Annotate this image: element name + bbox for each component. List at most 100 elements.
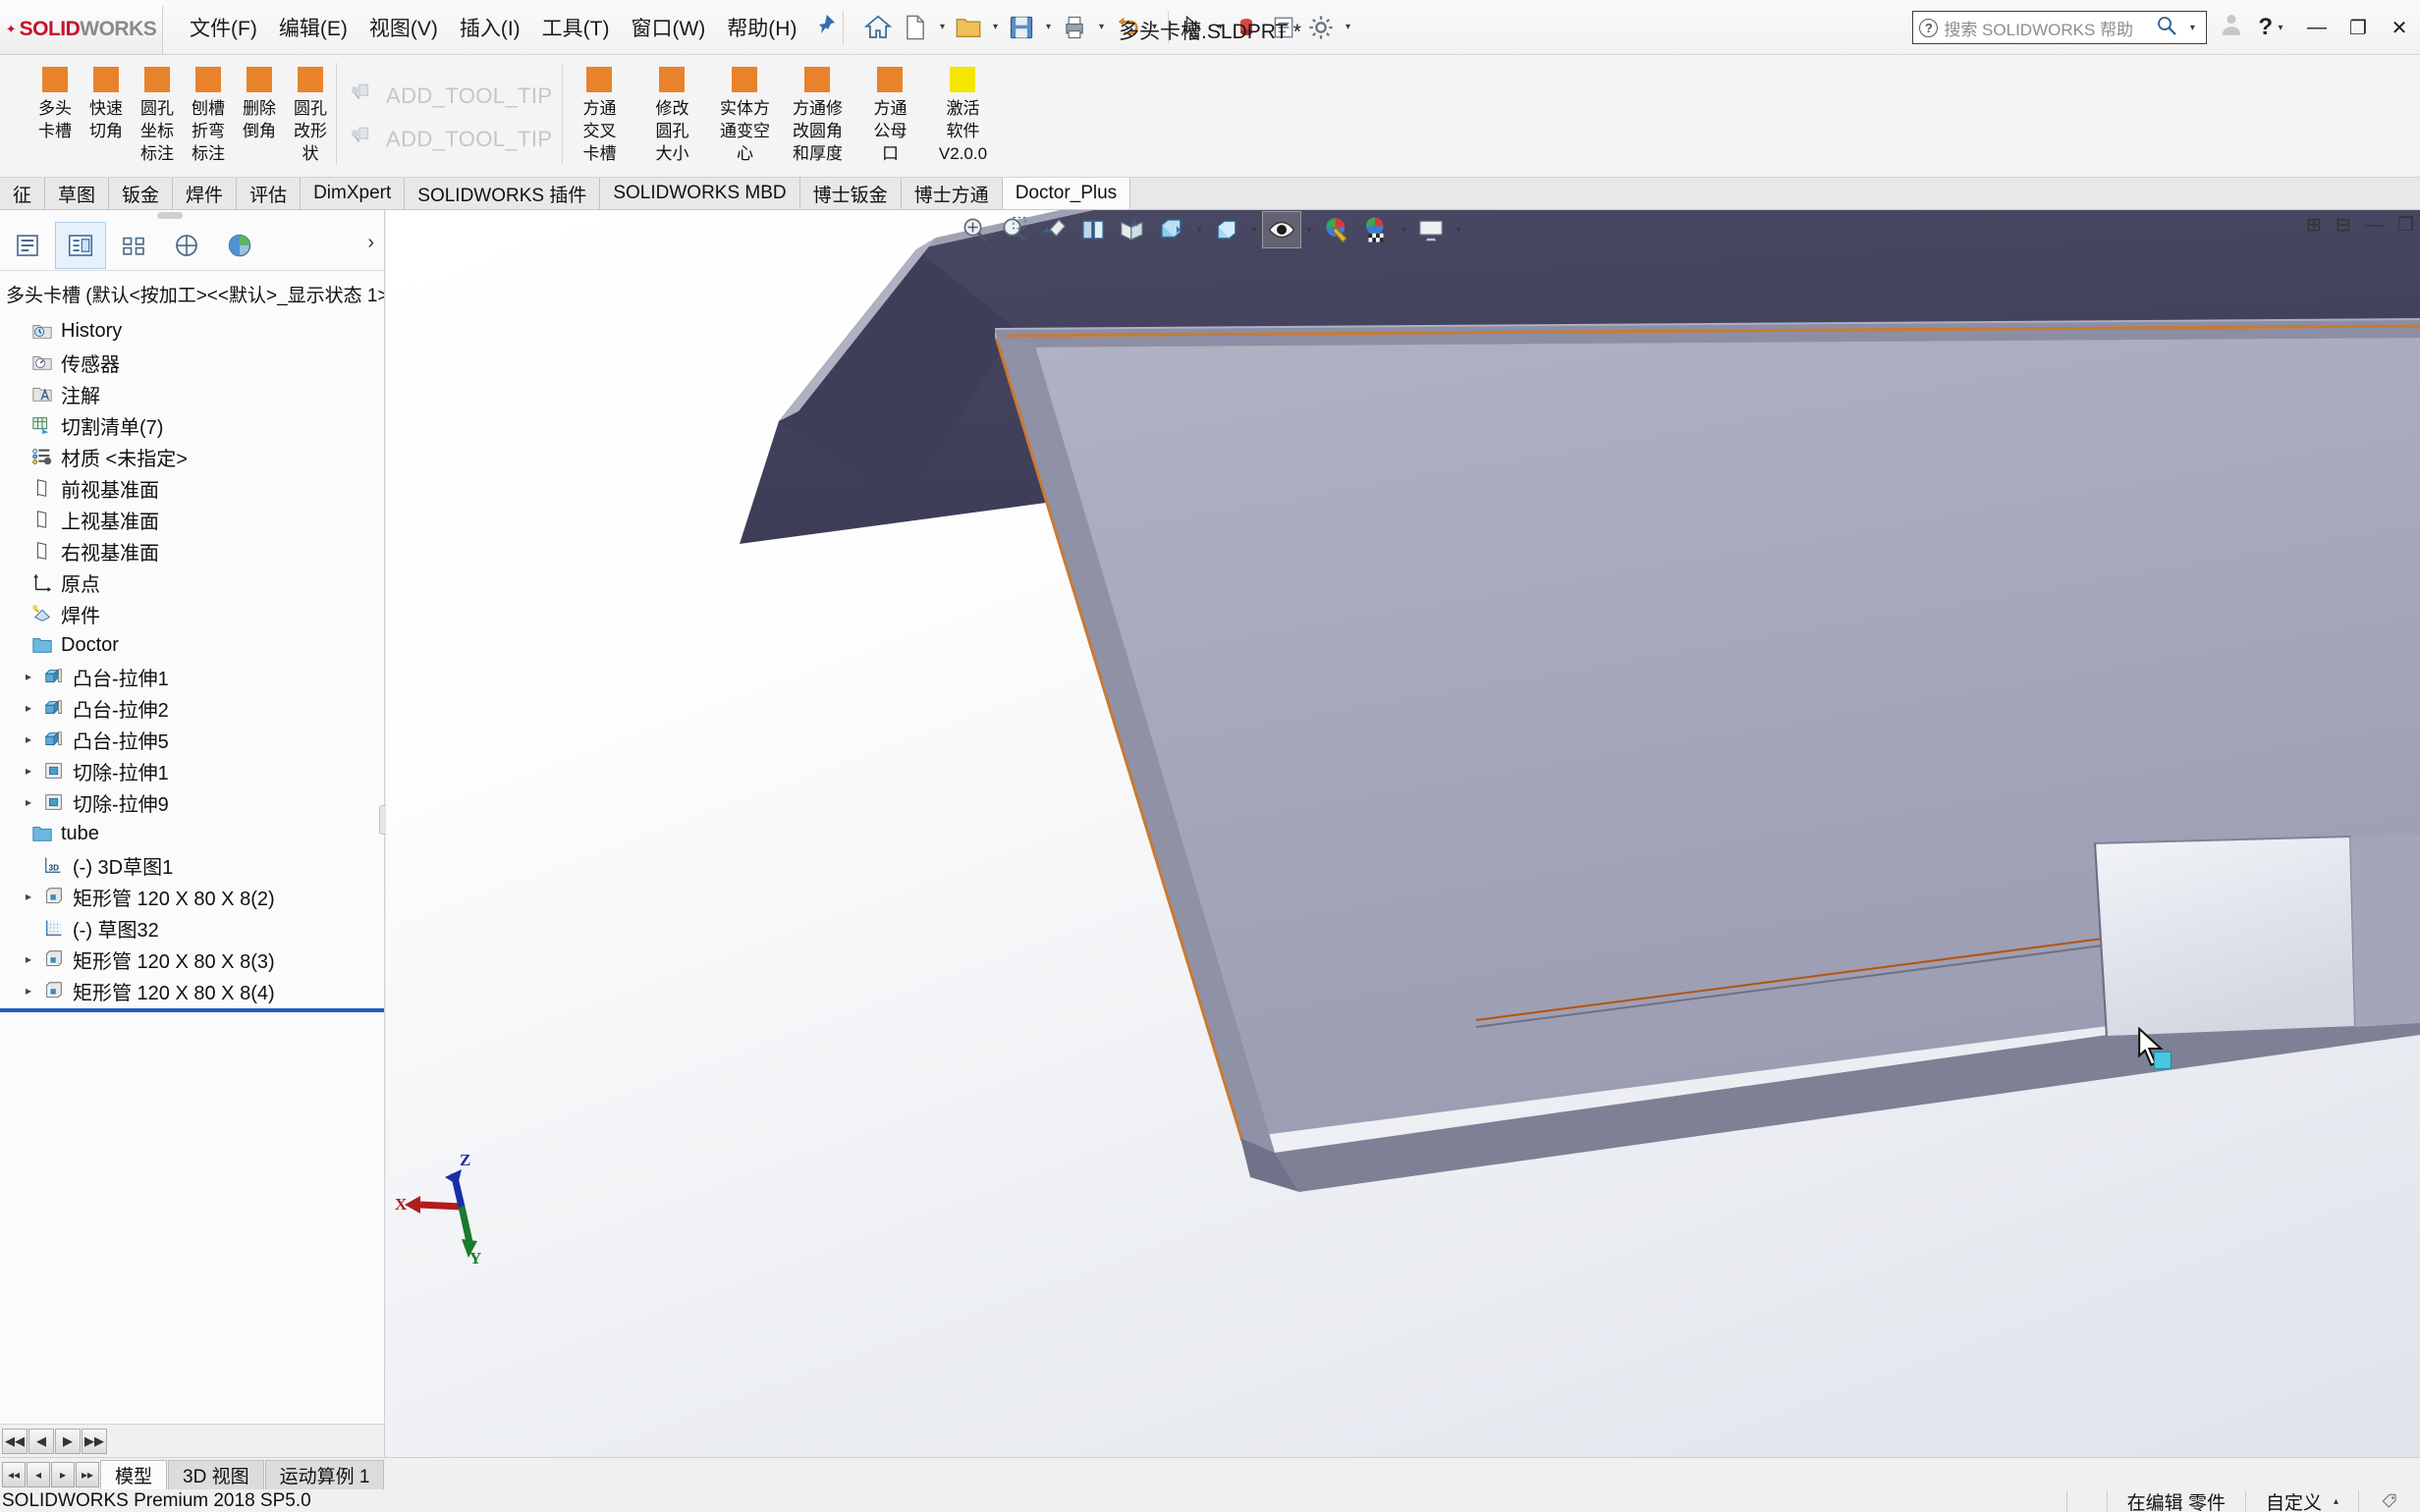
panel-tab-dimxpert-manager[interactable] [161,222,212,269]
ribbon-fangtong-jiaocha-kacao[interactable]: 方通 交叉 卡槽 [563,55,635,171]
menu-view[interactable]: 视图(V) [358,7,449,48]
ribbon-xiugai-yuankong-daxiao[interactable]: 修改 圆孔 大小 [635,55,708,171]
pin-icon[interactable] [813,13,837,42]
home-icon[interactable] [859,8,897,47]
new-document-icon[interactable] [897,8,934,47]
chevron-right-icon[interactable]: › [367,232,374,254]
ribbon-duotou-kacao[interactable]: 多头 卡槽 [29,55,81,171]
hud-view-palette-caret-icon[interactable]: ▾ [1451,211,1466,248]
nav-prev-button[interactable]: ◀ [28,1428,54,1454]
bottom-tab-model[interactable]: 模型 [100,1459,168,1489]
rollback-bar[interactable] [0,1008,384,1012]
panel-tab-feature-manager[interactable] [2,222,53,269]
tree-item-cut-list[interactable]: 切割清单(7) [0,409,384,441]
ribbon-fangtong-xiugai-yuanjiao-houdu[interactable]: 方通修 改圆角 和厚度 [781,55,853,171]
tree-expand-arrow[interactable]: ▸ [18,952,39,966]
viewport-restore-left[interactable]: ⊞ [2306,214,2322,237]
tab-dimxpert[interactable]: DimXpert [301,178,406,209]
tree-item-boss-extrude-2[interactable]: ▸ 凸台-拉伸2 [0,692,384,724]
file-properties-icon[interactable] [1265,8,1302,47]
menu-edit[interactable]: 编辑(E) [268,7,358,48]
options-gear-icon[interactable] [1302,8,1340,47]
menu-insert[interactable]: 插入(I) [449,7,531,48]
tree-item-cut-extrude-1[interactable]: ▸ 切除-拉伸1 [0,755,384,786]
menu-file[interactable]: 文件(F) [179,7,268,48]
close-button[interactable]: ✕ [2387,16,2412,40]
tree-expand-arrow[interactable]: ▸ [18,732,39,746]
tree-item-front-plane[interactable]: 前视基准面 [0,472,384,504]
tree-item-folder-doctor[interactable]: Doctor [0,629,384,661]
tree-item-structural-member-4[interactable]: ▸ 矩形管 120 X 80 X 8(4) [0,975,384,1006]
bottom-tab-3d-views[interactable]: 3D 视图 [168,1459,264,1489]
print-icon[interactable] [1056,8,1093,47]
viewport-minimize[interactable]: — [2365,215,2384,237]
status-custom-label[interactable]: 自定义 ▴ [2244,1490,2358,1512]
hud-view-palette[interactable] [1411,211,1451,248]
new-document-caret-icon[interactable]: ▾ [934,9,950,46]
tree-item-weldment[interactable]: 焊件 [0,598,384,629]
tree-item-structural-member-2[interactable]: ▸ 矩形管 120 X 80 X 8(2) [0,881,384,912]
doc-tab-last[interactable]: ▸▸ [76,1461,99,1487]
ribbon-yuankong-gaixingzhuang[interactable]: 圆孔 改形 状 [285,55,336,171]
hud-scene-caret-icon[interactable]: ▾ [1396,211,1411,248]
doc-tab-prev[interactable]: ◂ [27,1461,50,1487]
ribbon-add-tool-tip-2[interactable]: ADD_TOOL_TIP [337,118,562,161]
ribbon-fangtong-gongmukou[interactable]: 方通 公母 口 [853,55,926,171]
hud-display-style[interactable] [1152,211,1191,248]
hud-scene[interactable] [1356,211,1396,248]
search-input[interactable]: ? 搜索 SOLIDWORKS 帮助 ▾ [1912,9,2208,46]
hud-previous-view[interactable] [1034,211,1073,248]
ribbon-overflow-left[interactable] [0,55,29,171]
hud-appearances[interactable] [1317,211,1356,248]
doc-tab-next[interactable]: ▸ [51,1461,75,1487]
tree-item-boss-extrude-1[interactable]: ▸ 凸台-拉伸1 [0,661,384,692]
viewport-restore-right[interactable]: ⊟ [2336,214,2351,237]
tree-item-sensors[interactable]: 传感器 [0,347,384,378]
bottom-tab-motion-study-1[interactable]: 运动算例 1 [264,1459,385,1489]
menu-help[interactable]: 帮助(H) [716,7,807,48]
tree-expand-arrow[interactable]: ▸ [18,670,39,683]
panel-drag-handle[interactable] [157,212,183,219]
undo-icon[interactable] [1109,8,1146,47]
minimize-button[interactable]: — [2304,17,2330,39]
tree-item-sketch-32[interactable]: (-) 草图32 [0,912,384,944]
tree-expand-arrow[interactable]: ▸ [18,701,39,715]
selected-vertex-marker[interactable] [2154,1052,2172,1069]
save-icon[interactable] [1003,8,1040,47]
hud-hide-show-caret-icon[interactable]: ▾ [1246,211,1262,248]
tree-item-annotations[interactable]: 注解 [0,378,384,409]
tab-solidworks-mbd[interactable]: SOLIDWORKS MBD [600,178,800,209]
viewport-maximize[interactable]: ❐ [2397,214,2414,237]
ribbon-shiti-fangtong-biankongxin[interactable]: 实体方 通变空 心 [708,55,781,171]
tab-sketch[interactable]: 草图 [45,178,110,209]
panel-tab-property-manager[interactable] [55,221,106,269]
save-caret-icon[interactable]: ▾ [1040,9,1056,46]
ribbon-kuaisu-qiejiao[interactable]: 快速 切角 [81,55,132,171]
tree-expand-arrow[interactable]: ▸ [18,795,39,809]
menu-tools[interactable]: 工具(T) [531,7,621,48]
tab-evaluate[interactable]: 评估 [237,178,302,209]
nav-next-button[interactable]: ▶ [55,1428,81,1454]
tab-solidworks-addins[interactable]: SOLIDWORKS 插件 [405,178,601,209]
hud-hide-show-items[interactable] [1207,211,1246,248]
tree-item-structural-member-3[interactable]: ▸ 矩形管 120 X 80 X 8(3) [0,944,384,975]
hud-display-style-caret-icon[interactable]: ▾ [1191,211,1207,248]
tree-expand-arrow[interactable]: ▸ [18,890,39,903]
ribbon-shanchu-daojiao[interactable]: 删除 倒角 [234,55,285,171]
nav-first-button[interactable]: ◀◀ [2,1428,28,1454]
select-arrow-icon[interactable] [1175,8,1212,47]
ribbon-yuankong-zuobiao-biaozhu[interactable]: 圆孔 坐标 标注 [132,55,183,171]
search-caret-icon[interactable]: ▾ [2184,9,2200,46]
hud-zoom-to-fit[interactable] [956,211,995,248]
ribbon-add-tool-tip-1[interactable]: ADD_TOOL_TIP [337,75,562,118]
tree-item-boss-extrude-5[interactable]: ▸ 凸台-拉伸5 [0,724,384,755]
doc-tab-first[interactable]: ◂◂ [2,1461,26,1487]
solidworks-logo[interactable]: ✦ SOLID WORKS [0,5,163,55]
help-caret-icon[interactable]: ▾ [2273,9,2288,46]
tab-weldments[interactable]: 焊件 [173,178,238,209]
undo-caret-icon[interactable]: ▾ [1146,9,1162,46]
ribbon-jihuo-ruanjian[interactable]: 激活 软件 V2.0.0 [926,55,999,171]
restore-button[interactable]: ❐ [2345,16,2371,40]
nav-last-button[interactable]: ▶▶ [82,1428,107,1454]
options-caret-icon[interactable]: ▾ [1340,9,1355,46]
